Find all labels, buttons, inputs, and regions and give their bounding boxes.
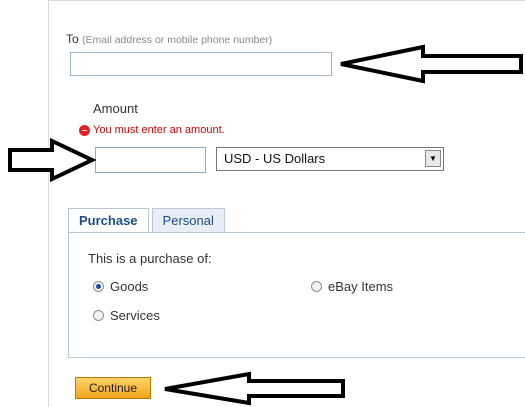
currency-select[interactable]: USD - US Dollars ▼ xyxy=(216,147,444,171)
radio-button-icon[interactable] xyxy=(311,281,322,292)
amount-error-text: You must enter an amount. xyxy=(93,124,225,136)
amount-error-message: – You must enter an amount. xyxy=(79,124,225,136)
tab-purchase[interactable]: Purchase xyxy=(68,208,149,233)
to-label-text: To xyxy=(66,32,79,46)
currency-selected-value: USD - US Dollars xyxy=(224,151,326,166)
amount-label: Amount xyxy=(93,101,138,116)
recipient-input[interactable] xyxy=(70,52,332,76)
radio-services[interactable]: Services xyxy=(93,308,160,323)
radio-ebay-items[interactable]: eBay Items xyxy=(311,279,393,294)
continue-button[interactable]: Continue xyxy=(75,377,151,399)
amount-input[interactable] xyxy=(95,147,206,173)
chevron-down-icon[interactable]: ▼ xyxy=(425,150,441,167)
radio-services-label: Services xyxy=(110,308,160,323)
radio-button-icon[interactable] xyxy=(93,310,104,321)
to-label: To (Email address or mobile phone number… xyxy=(66,32,272,46)
purchase-question: This is a purchase of: xyxy=(88,251,212,266)
payment-type-tabs: Purchase Personal xyxy=(68,208,228,233)
alert-circle-icon: – xyxy=(79,124,90,136)
to-hint: (Email address or mobile phone number) xyxy=(82,34,273,46)
radio-goods-label: Goods xyxy=(110,279,149,294)
radio-goods[interactable]: Goods xyxy=(93,279,148,294)
radio-button-icon[interactable] xyxy=(93,281,104,292)
tab-personal[interactable]: Personal xyxy=(151,208,225,233)
radio-ebay-items-label: eBay Items xyxy=(328,279,394,294)
